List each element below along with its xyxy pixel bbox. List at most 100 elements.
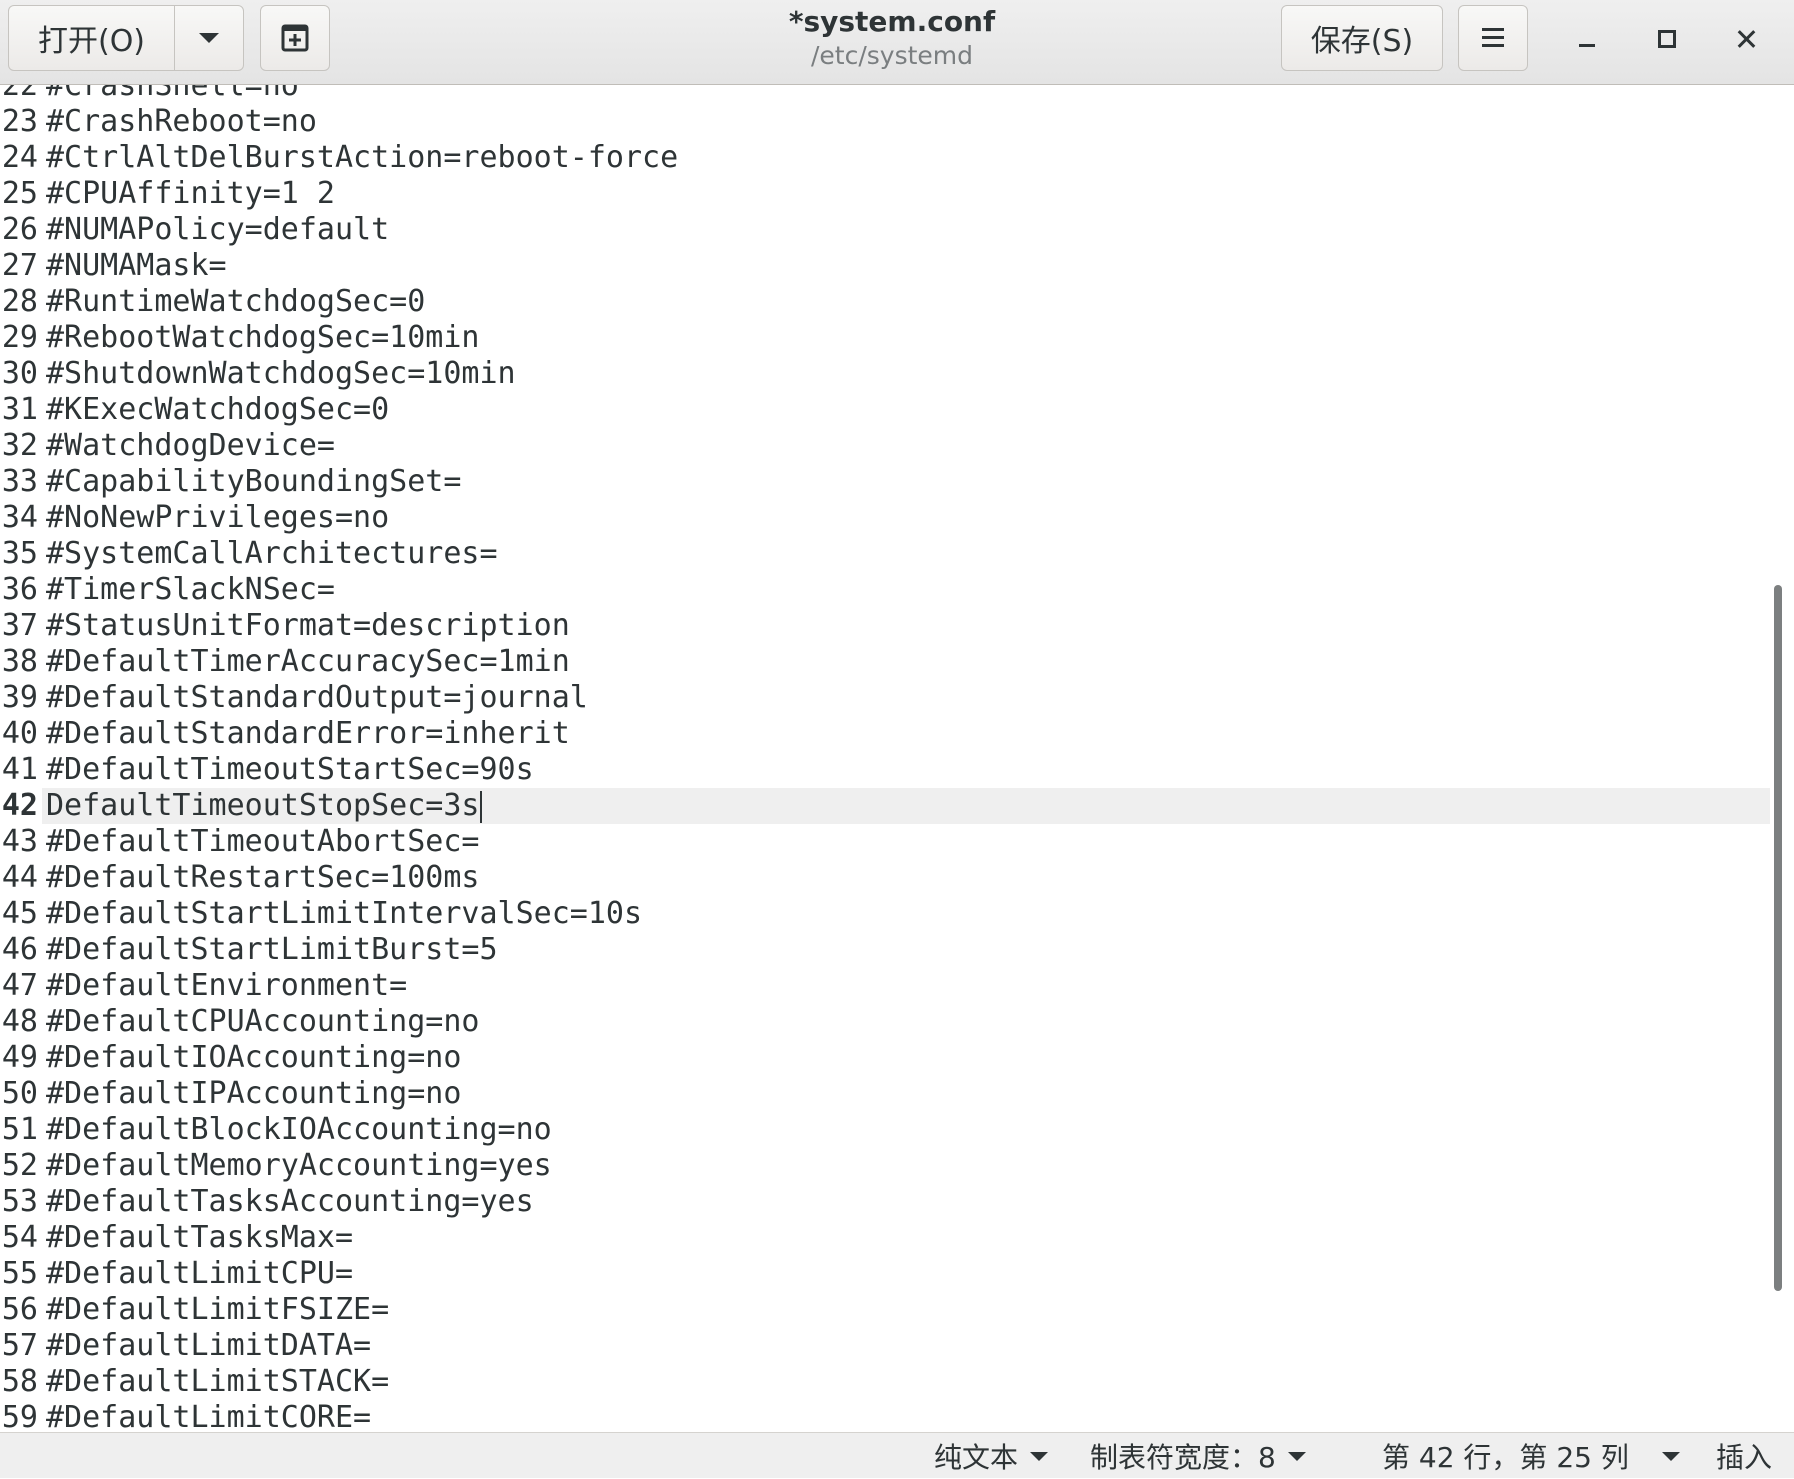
line-text[interactable]: #CrashShell=no [46, 85, 299, 104]
code-line[interactable]: 28 #RuntimeWatchdogSec=0 [0, 284, 1770, 320]
code-line[interactable]: 40 #DefaultStandardError=inherit [0, 716, 1770, 752]
cursor-position[interactable]: 第 42 行，第 25 列 [1382, 1433, 1629, 1479]
code-line[interactable]: 52 #DefaultMemoryAccounting=yes [0, 1148, 1770, 1184]
line-text[interactable]: #DefaultEnvironment= [46, 968, 407, 1004]
line-text[interactable]: #DefaultIPAccounting=no [46, 1076, 461, 1112]
current-code-line[interactable]: 42 DefaultTimeoutStopSec=3s [0, 788, 1770, 824]
maximize-icon [1658, 30, 1676, 48]
line-text[interactable]: #TimerSlackNSec= [46, 572, 335, 608]
code-line[interactable]: 46 #DefaultStartLimitBurst=5 [0, 932, 1770, 968]
code-line[interactable]: 41 #DefaultTimeoutStartSec=90s [0, 752, 1770, 788]
code-line[interactable]: 32 #WatchdogDevice= [0, 428, 1770, 464]
line-text[interactable]: #NUMAMask= [46, 248, 227, 284]
code-line[interactable]: 29 #RebootWatchdogSec=10min [0, 320, 1770, 356]
insert-mode-indicator[interactable]: 插入 [1716, 1433, 1772, 1479]
line-text[interactable]: #ShutdownWatchdogSec=10min [46, 356, 516, 392]
line-text-content: #NUMAPolicy=default [46, 212, 390, 247]
open-button[interactable]: 打开(O) [8, 5, 175, 71]
line-text[interactable]: #DefaultIOAccounting=no [46, 1040, 461, 1076]
close-button[interactable] [1722, 14, 1772, 64]
code-line[interactable]: 44 #DefaultRestartSec=100ms [0, 860, 1770, 896]
line-text[interactable]: #DefaultStartLimitBurst=5 [46, 932, 498, 968]
code-line[interactable]: 35 #SystemCallArchitectures= [0, 536, 1770, 572]
code-line[interactable]: 24 #CtrlAltDelBurstAction=reboot-force [0, 140, 1770, 176]
line-text[interactable]: #DefaultStandardOutput=journal [46, 680, 588, 716]
line-text[interactable]: #NUMAPolicy=default [46, 212, 389, 248]
code-line[interactable]: 31 #KExecWatchdogSec=0 [0, 392, 1770, 428]
code-line[interactable]: 50 #DefaultIPAccounting=no [0, 1076, 1770, 1112]
code-line[interactable]: 53 #DefaultTasksAccounting=yes [0, 1184, 1770, 1220]
line-text[interactable]: #KExecWatchdogSec=0 [46, 392, 389, 428]
new-document-button[interactable] [260, 5, 330, 71]
code-line[interactable]: 55 #DefaultLimitCPU= [0, 1256, 1770, 1292]
editor-lines: 22 #CrashShell=no 23 #CrashReboot=no 24 #Ctrl… [0, 85, 1770, 1432]
line-text[interactable]: #DefaultTasksMax= [46, 1220, 353, 1256]
code-line[interactable]: 45 #DefaultStartLimitIntervalSec=10s [0, 896, 1770, 932]
line-text-content: #CrashShell=no [46, 85, 299, 103]
code-line[interactable]: 38 #DefaultTimerAccuracySec=1min [0, 644, 1770, 680]
line-text[interactable]: #DefaultTimeoutAbortSec= [46, 824, 479, 860]
line-text[interactable]: #NoNewPrivileges=no [46, 500, 389, 536]
hamburger-menu-icon [1482, 28, 1504, 48]
vertical-scrollbar[interactable] [1774, 585, 1782, 1291]
code-line[interactable]: 51 #DefaultBlockIOAccounting=no [0, 1112, 1770, 1148]
line-text[interactable]: #CapabilityBoundingSet= [46, 464, 461, 500]
line-text[interactable]: #CPUAffinity=1 2 [46, 176, 335, 212]
line-text[interactable]: #DefaultLimitSTACK= [46, 1364, 389, 1400]
line-text[interactable]: DefaultTimeoutStopSec=3s [46, 788, 483, 824]
line-text[interactable]: #DefaultLimitDATA= [46, 1328, 371, 1364]
language-selector[interactable]: 纯文本 [934, 1433, 1049, 1479]
code-line[interactable]: 36 #TimerSlackNSec= [0, 572, 1770, 608]
minimize-button[interactable] [1562, 14, 1612, 64]
line-text[interactable]: #DefaultLimitCPU= [46, 1256, 353, 1292]
code-line[interactable]: 56 #DefaultLimitFSIZE= [0, 1292, 1770, 1328]
line-text-content: #TimerSlackNSec= [46, 572, 335, 607]
code-line[interactable]: 48 #DefaultCPUAccounting=no [0, 1004, 1770, 1040]
text-editor-area[interactable]: 22 #CrashShell=no 23 #CrashReboot=no 24 #Ctrl… [0, 85, 1794, 1432]
code-line[interactable]: 57 #DefaultLimitDATA= [0, 1328, 1770, 1364]
code-line[interactable]: 33 #CapabilityBoundingSet= [0, 464, 1770, 500]
line-text[interactable]: #StatusUnitFormat=description [46, 608, 570, 644]
code-line[interactable]: 58 #DefaultLimitSTACK= [0, 1364, 1770, 1400]
code-line[interactable]: 59 #DefaultLimitCORE= [0, 1400, 1770, 1432]
line-text[interactable]: #DefaultBlockIOAccounting=no [46, 1112, 552, 1148]
line-text[interactable]: #DefaultTimeoutStartSec=90s [46, 752, 534, 788]
code-line[interactable]: 39 #DefaultStandardOutput=journal [0, 680, 1770, 716]
code-line[interactable]: 47 #DefaultEnvironment= [0, 968, 1770, 1004]
line-text[interactable]: #SystemCallArchitectures= [46, 536, 498, 572]
maximize-button[interactable] [1642, 14, 1692, 64]
code-line[interactable]: 30 #ShutdownWatchdogSec=10min [0, 356, 1770, 392]
line-number: 47 [1, 968, 38, 1003]
goto-line-menu-button[interactable] [1650, 1433, 1680, 1479]
code-line[interactable]: 26 #NUMAPolicy=default [0, 212, 1770, 248]
code-line[interactable]: 37 #StatusUnitFormat=description [0, 608, 1770, 644]
save-button[interactable]: 保存(S) [1281, 5, 1443, 71]
code-line[interactable]: 34 #NoNewPrivileges=no [0, 500, 1770, 536]
line-text[interactable]: #DefaultRestartSec=100ms [46, 860, 479, 896]
code-line[interactable]: 54 #DefaultTasksMax= [0, 1220, 1770, 1256]
line-text-content: #CrashReboot=no [46, 104, 317, 139]
line-text[interactable]: #RuntimeWatchdogSec=0 [46, 284, 425, 320]
main-menu-button[interactable] [1458, 5, 1528, 71]
line-text[interactable]: #DefaultMemoryAccounting=yes [46, 1148, 552, 1184]
code-line[interactable]: 27 #NUMAMask= [0, 248, 1770, 284]
tab-width-selector[interactable]: 制表符宽度：8 [1090, 1433, 1306, 1479]
code-line[interactable]: 25 #CPUAffinity=1 2 [0, 176, 1770, 212]
line-text[interactable]: #DefaultStartLimitIntervalSec=10s [46, 896, 642, 932]
line-text[interactable]: #WatchdogDevice= [46, 428, 335, 464]
line-text[interactable]: #DefaultTasksAccounting=yes [46, 1184, 534, 1220]
line-text[interactable]: #DefaultStandardError=inherit [46, 716, 570, 752]
open-recent-menu-button[interactable] [174, 5, 244, 71]
code-line[interactable]: 43 #DefaultTimeoutAbortSec= [0, 824, 1770, 860]
line-number: 48 [1, 1004, 38, 1039]
line-text[interactable]: #CrashReboot=no [46, 104, 317, 140]
line-text[interactable]: #DefaultLimitCORE= [46, 1400, 371, 1432]
line-text[interactable]: #DefaultTimerAccuracySec=1min [46, 644, 570, 680]
line-text[interactable]: #RebootWatchdogSec=10min [46, 320, 479, 356]
line-text[interactable]: #DefaultLimitFSIZE= [46, 1292, 389, 1328]
code-line[interactable]: 22 #CrashShell=no [0, 85, 1770, 104]
code-line[interactable]: 23 #CrashReboot=no [0, 104, 1770, 140]
line-text[interactable]: #DefaultCPUAccounting=no [46, 1004, 479, 1040]
line-text[interactable]: #CtrlAltDelBurstAction=reboot-force [46, 140, 678, 176]
code-line[interactable]: 49 #DefaultIOAccounting=no [0, 1040, 1770, 1076]
